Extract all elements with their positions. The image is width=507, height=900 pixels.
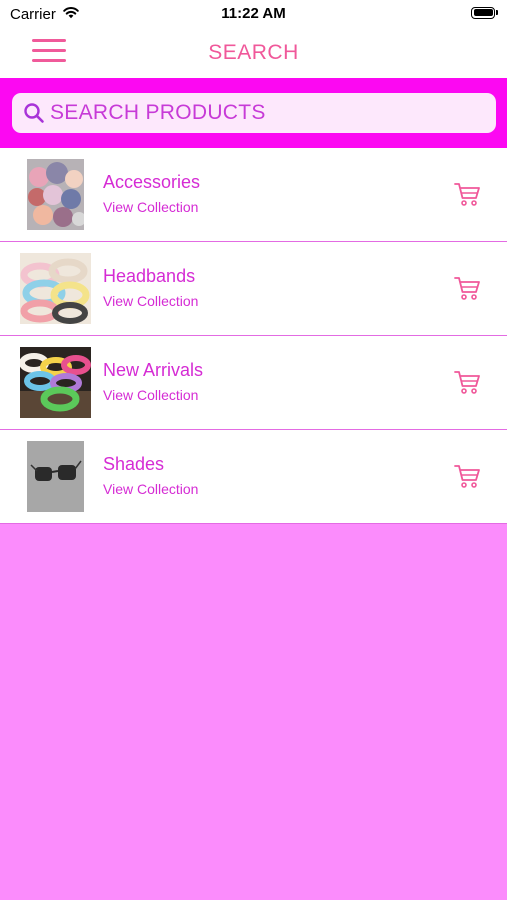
- item-title: New Arrivals: [103, 360, 204, 380]
- view-collection-link[interactable]: View Collection: [103, 481, 198, 497]
- view-collection-link[interactable]: View Collection: [103, 293, 198, 309]
- list-item-new-arrivals[interactable]: New Arrivals View Collection: [0, 336, 507, 430]
- status-bar: Carrier 11:22 AM: [0, 0, 507, 28]
- view-collection-link[interactable]: View Collection: [103, 387, 198, 403]
- cart-icon[interactable]: [453, 463, 481, 489]
- search-icon: [20, 99, 48, 127]
- view-collection-link[interactable]: View Collection: [103, 199, 198, 215]
- cart-icon[interactable]: [453, 369, 481, 395]
- search-box[interactable]: [12, 93, 496, 133]
- battery-icon: [471, 6, 499, 19]
- search-input[interactable]: [48, 101, 496, 125]
- list-item-accessories[interactable]: Accessories View Collection: [0, 148, 507, 242]
- list-item-shades[interactable]: Shades View Collection: [0, 430, 507, 524]
- product-thumbnail: [20, 347, 91, 418]
- product-list: Accessories View Collection Headbands Vi…: [0, 148, 507, 524]
- cart-icon[interactable]: [453, 275, 481, 301]
- item-title: Shades: [103, 454, 165, 474]
- item-title: Accessories: [103, 172, 201, 192]
- page-title: SEARCH: [208, 41, 299, 64]
- product-thumbnail: [27, 159, 84, 230]
- nav-bar: SEARCH: [0, 28, 507, 78]
- cart-icon[interactable]: [453, 181, 481, 207]
- product-thumbnail: [27, 441, 84, 512]
- item-title: Headbands: [103, 266, 196, 286]
- product-thumbnail: [20, 253, 91, 324]
- search-bar-container: [0, 78, 507, 148]
- list-item-headbands[interactable]: Headbands View Collection: [0, 242, 507, 336]
- status-time: 11:22 AM: [221, 5, 286, 22]
